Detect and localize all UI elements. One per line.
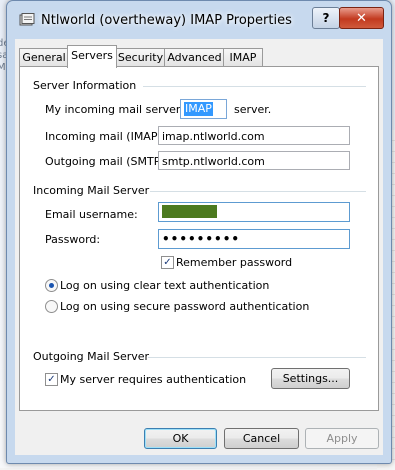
ok-button[interactable]: OK [144, 428, 217, 449]
requires-auth-label[interactable]: My server requires authentication [60, 373, 246, 386]
dialog-client-area: General Servers Security Advanced IMAP S… [15, 39, 383, 455]
secure-auth-radio[interactable] [45, 300, 58, 313]
incoming-server-heading: Incoming Mail Server [33, 184, 150, 197]
outgoing-server-heading: Outgoing Mail Server [33, 350, 150, 363]
server-type-suffix: server. [234, 103, 272, 116]
email-username-label: Email username: [45, 208, 138, 221]
window-title: Ntlworld (overtheway) IMAP Properties [41, 13, 292, 28]
clear-text-auth-label[interactable]: Log on using clear text authentication [60, 279, 269, 292]
remember-password-checkbox[interactable]: ✓ [161, 256, 174, 269]
tab-servers[interactable]: Servers [67, 45, 117, 68]
incoming-mail-label: Incoming mail (IMAP): [45, 130, 166, 143]
apply-button[interactable]: Apply [305, 428, 379, 449]
tab-security[interactable]: Security [115, 48, 166, 67]
help-icon: ? [322, 11, 330, 25]
requires-auth-checkbox[interactable]: ✓ [45, 373, 58, 386]
close-icon: ✕ [356, 10, 367, 26]
title-bar: Ntlworld (overtheway) IMAP Properties ? … [7, 1, 391, 39]
help-button[interactable]: ? [312, 7, 340, 29]
divider [143, 86, 366, 87]
password-input[interactable]: ••••••••• [158, 229, 350, 249]
email-username-input[interactable] [158, 202, 350, 222]
tab-imap[interactable]: IMAP [223, 48, 263, 67]
close-button[interactable]: ✕ [339, 7, 384, 29]
properties-dialog: Ntlworld (overtheway) IMAP Properties ? … [6, 0, 392, 464]
secure-auth-label[interactable]: Log on using secure password authenticat… [60, 300, 309, 313]
remember-password-label[interactable]: Remember password [176, 256, 292, 269]
incoming-mail-input[interactable]: imap.ntlworld.com [158, 126, 350, 145]
tab-general[interactable]: General [19, 48, 69, 67]
password-label: Password: [45, 233, 101, 246]
clear-text-auth-radio[interactable] [45, 279, 58, 292]
server-info-heading: Server Information [33, 79, 137, 92]
server-type-value: IMAP [184, 102, 213, 116]
cancel-button[interactable]: Cancel [224, 428, 299, 449]
mail-account-icon [19, 13, 35, 26]
divider [148, 357, 366, 358]
servers-panel: Server Information My incoming mail serv… [19, 66, 379, 411]
server-type-field[interactable]: IMAP [180, 99, 227, 119]
redacted-username [162, 205, 217, 218]
tab-advanced[interactable]: Advanced [164, 48, 225, 67]
outgoing-mail-label: Outgoing mail (SMTP): [45, 155, 169, 168]
background-text: M [0, 62, 6, 73]
settings-button[interactable]: Settings... [271, 368, 350, 389]
divider [150, 191, 366, 192]
outgoing-mail-input[interactable]: smtp.ntlworld.com [158, 151, 350, 170]
